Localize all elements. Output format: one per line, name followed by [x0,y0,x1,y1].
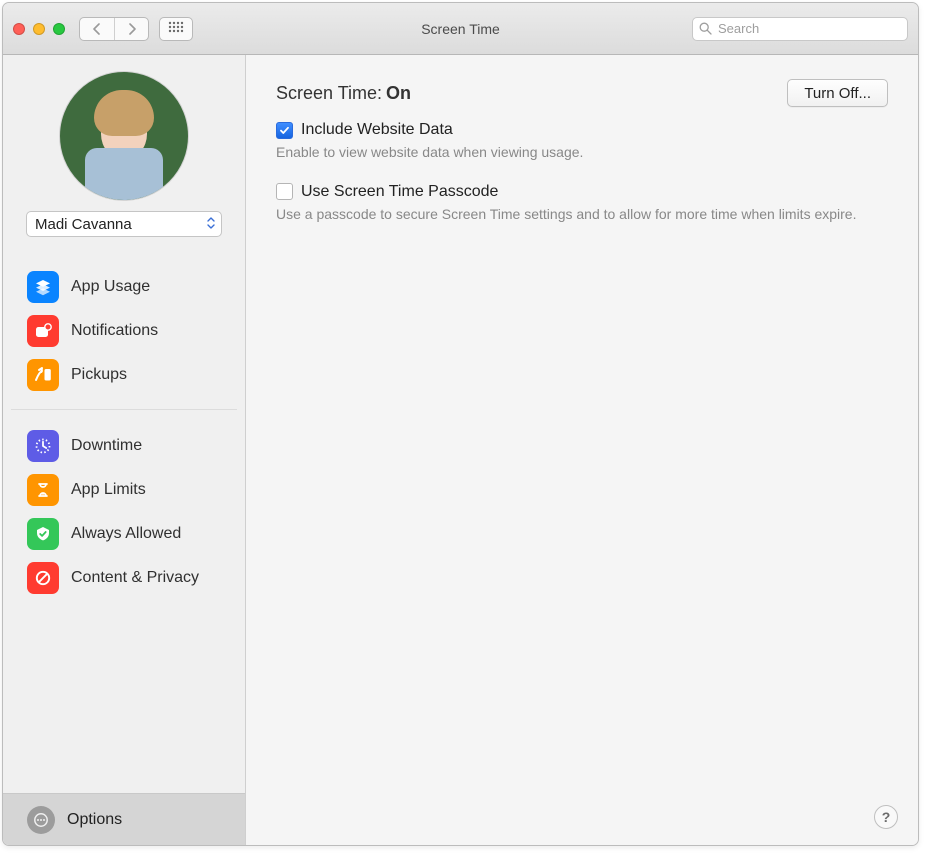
show-all-prefs-button[interactable] [159,17,193,41]
sidebar-item-label: Options [67,811,122,829]
sidebar-item-label: App Usage [71,278,150,296]
phone-pickup-icon [27,359,59,391]
sidebar-section-limits: Downtime App Limits Always Allowed [11,409,237,606]
screen-time-window: Screen Time Search Madi Cavanna [2,2,919,846]
window-title: Screen Time [421,21,500,37]
setting-include-website-data: Include Website Data Enable to view webs… [276,121,888,163]
status-label: Screen Time: [276,83,382,104]
chevron-left-icon [92,23,102,35]
sidebar-item-label: App Limits [71,481,146,499]
window-body: Madi Cavanna App Usage [3,55,918,845]
hourglass-icon [27,474,59,506]
setting-title: Use Screen Time Passcode [301,183,498,201]
setting-passcode: Use Screen Time Passcode Use a passcode … [276,183,888,225]
sidebar-item-label: Downtime [71,437,142,455]
chevron-up-down-icon [205,216,217,233]
window-titlebar: Screen Time Search [3,3,918,55]
checkbox-include-website[interactable] [276,122,293,139]
nav-button-group [79,17,149,41]
sidebar-item-app-usage[interactable]: App Usage [11,265,237,309]
sidebar-item-label: Content & Privacy [71,569,199,587]
help-button[interactable]: ? [874,805,898,829]
sidebar-item-label: Notifications [71,322,158,340]
turn-off-button-label: Turn Off... [804,85,871,102]
sidebar-item-label: Pickups [71,366,127,384]
setting-description: Enable to view website data when viewing… [276,143,888,163]
sidebar-section-usage: App Usage Notifications Pickups [11,259,237,403]
zoom-window-button[interactable] [53,23,65,35]
setting-title: Include Website Data [301,121,453,139]
sidebar-item-pickups[interactable]: Pickups [11,353,237,397]
forward-button[interactable] [114,18,148,40]
close-window-button[interactable] [13,23,25,35]
status-row: Screen Time: On Turn Off... [276,79,888,107]
check-mark-icon [27,518,59,550]
sidebar-item-content-privacy[interactable]: Content & Privacy [11,556,237,600]
search-field[interactable]: Search [692,17,908,41]
grid-icon [168,21,184,37]
minimize-window-button[interactable] [33,23,45,35]
layers-icon [27,271,59,303]
checkbox-passcode[interactable] [276,183,293,200]
setting-description: Use a passcode to secure Screen Time set… [276,205,888,225]
window-controls [13,23,65,35]
help-button-label: ? [882,809,891,825]
ellipsis-circle-icon [27,806,55,834]
search-icon [699,22,712,35]
main-content: Screen Time: On Turn Off... Include Webs… [246,55,918,845]
clock-icon [27,430,59,462]
sidebar-item-downtime[interactable]: Downtime [11,424,237,468]
sidebar-nav: App Usage Notifications Pickups [3,245,245,606]
user-select-label: Madi Cavanna [35,216,132,233]
status-value: On [386,83,411,104]
sidebar-item-options[interactable]: Options [3,793,245,845]
chevron-right-icon [127,23,137,35]
checkbox-row-passcode[interactable]: Use Screen Time Passcode [276,183,888,201]
avatar [59,71,189,201]
back-button[interactable] [80,18,114,40]
turn-off-button[interactable]: Turn Off... [787,79,888,107]
sidebar-item-label: Always Allowed [71,525,181,543]
search-placeholder: Search [718,21,759,36]
notification-badge-icon [27,315,59,347]
sidebar-item-always-allowed[interactable]: Always Allowed [11,512,237,556]
no-entry-icon [27,562,59,594]
profile-section: Madi Cavanna [3,55,245,245]
checkbox-row-include-website[interactable]: Include Website Data [276,121,888,139]
sidebar: Madi Cavanna App Usage [3,55,246,845]
sidebar-item-app-limits[interactable]: App Limits [11,468,237,512]
sidebar-item-notifications[interactable]: Notifications [11,309,237,353]
user-select[interactable]: Madi Cavanna [26,211,222,237]
